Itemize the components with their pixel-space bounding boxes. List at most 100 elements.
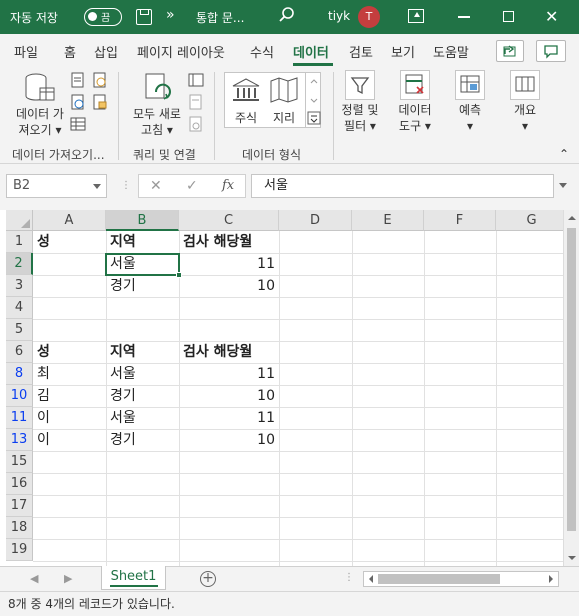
cell-a8[interactable]: 최 [33, 363, 106, 385]
gallery-scroll[interactable] [305, 72, 321, 128]
row-header-10[interactable]: 10 [6, 385, 33, 407]
from-web-icon[interactable] [70, 94, 86, 113]
autosave-toggle[interactable]: 끔 [84, 8, 122, 26]
row-header-5[interactable]: 5 [6, 319, 33, 341]
from-text-icon[interactable] [70, 72, 86, 91]
row-header-17[interactable]: 17 [6, 495, 33, 517]
cell-b1[interactable]: 지역 [106, 231, 179, 253]
cell-c3[interactable]: 10 [179, 275, 279, 297]
cell-b10[interactable]: 경기 [106, 385, 179, 407]
worksheet-grid[interactable]: A B C D E F G 1 2 3 4 5 6 8 10 11 13 15 … [0, 210, 579, 566]
from-table-icon[interactable] [70, 116, 86, 135]
enter-icon[interactable]: ✓ [186, 178, 198, 194]
row-header-3[interactable]: 3 [6, 275, 33, 297]
tab-page-layout[interactable]: 페이지 레이아웃 [137, 42, 225, 61]
row-header-18[interactable]: 18 [6, 517, 33, 539]
column-header-f[interactable]: F [424, 210, 496, 231]
save-icon[interactable] [136, 9, 152, 25]
forecast-label-2[interactable]: ▾ [450, 118, 490, 134]
get-data-label-2[interactable]: 져오기 ▾ [12, 122, 68, 138]
sheet-tab-sheet1[interactable]: Sheet1 [101, 566, 166, 590]
tab-formulas[interactable]: 수식 [250, 42, 274, 61]
name-box[interactable]: B2 [6, 174, 107, 198]
cell-a11[interactable]: 이 [33, 407, 106, 429]
column-header-g[interactable]: G [496, 210, 568, 231]
column-header-c[interactable]: C [179, 210, 279, 231]
get-data-icon[interactable] [22, 72, 58, 107]
cell-b6[interactable]: 지역 [106, 341, 179, 363]
data-tools-label[interactable]: 데이터 [394, 102, 436, 118]
tab-file[interactable]: 파일 [14, 42, 38, 61]
refresh-all-label-2[interactable]: 고침 ▾ [128, 122, 186, 138]
add-sheet-icon[interactable]: + [200, 571, 216, 587]
row-header-19[interactable]: 19 [6, 539, 33, 561]
cell-c13[interactable]: 10 [179, 429, 279, 451]
row-header-11[interactable]: 11 [6, 407, 33, 429]
cell-a13[interactable]: 이 [33, 429, 106, 451]
outline-icon[interactable] [510, 70, 540, 100]
insert-function-icon[interactable]: fx [222, 178, 234, 193]
share-button[interactable] [496, 40, 524, 62]
filter-icon[interactable] [345, 70, 375, 100]
search-icon[interactable] [278, 6, 296, 27]
close-button[interactable]: ✕ [545, 7, 558, 26]
row-header-4[interactable]: 4 [6, 297, 33, 319]
minimize-button[interactable] [458, 16, 470, 18]
horizontal-scroll-thumb[interactable] [378, 574, 500, 584]
sort-filter-label[interactable]: 정렬 및 [336, 102, 384, 118]
recent-sources-icon[interactable] [92, 72, 108, 91]
cell-c1[interactable]: 검사 해당월 [179, 231, 279, 253]
data-tools-label-2[interactable]: 도구 ▾ [394, 118, 436, 134]
formula-bar-grip-icon[interactable]: ⋮ [121, 180, 131, 191]
cell-a3[interactable] [33, 275, 106, 297]
column-header-b[interactable]: B [106, 210, 179, 231]
forecast-icon[interactable] [455, 70, 485, 100]
row-header-2[interactable]: 2 [6, 253, 33, 275]
column-header-a[interactable]: A [33, 210, 106, 231]
tab-insert[interactable]: 삽입 [94, 42, 118, 61]
refresh-all-icon[interactable] [142, 72, 176, 107]
outline-label[interactable]: 개요 [505, 102, 545, 118]
cell-a6[interactable]: 성 [33, 341, 106, 363]
vertical-scrollbar[interactable] [563, 210, 579, 566]
geography-icon[interactable] [268, 76, 300, 107]
tab-split-grip-icon[interactable]: ⋮ [344, 572, 354, 583]
stocks-label[interactable]: 주식 [230, 110, 262, 126]
cell-c6[interactable]: 검사 해당월 [179, 341, 279, 363]
get-data-label[interactable]: 데이터 가 [12, 106, 68, 122]
comments-button[interactable] [536, 40, 566, 62]
row-header-6[interactable]: 6 [6, 341, 33, 363]
cell-c10[interactable]: 10 [179, 385, 279, 407]
cell-a2[interactable] [33, 253, 106, 275]
refresh-all-label[interactable]: 모두 새로 [128, 106, 186, 122]
tab-data[interactable]: 데이터 [293, 42, 329, 61]
cell-c11[interactable]: 11 [179, 407, 279, 429]
existing-connections-icon[interactable] [92, 94, 108, 113]
sheet-next-icon[interactable]: ▶ [64, 572, 72, 585]
tab-review[interactable]: 검토 [349, 42, 373, 61]
maximize-button[interactable] [503, 11, 514, 22]
avatar[interactable]: T [358, 6, 380, 28]
cell-a10[interactable]: 김 [33, 385, 106, 407]
expand-formula-bar-icon[interactable] [559, 183, 567, 188]
row-header-15[interactable]: 15 [6, 451, 33, 473]
file-name[interactable]: 통합 문... [196, 9, 244, 26]
geography-label[interactable]: 지리 [268, 110, 300, 126]
row-header-13[interactable]: 13 [6, 429, 33, 451]
stocks-icon[interactable] [230, 76, 262, 107]
collapse-ribbon-icon[interactable]: ⌃ [557, 146, 571, 162]
column-header-e[interactable]: E [352, 210, 424, 231]
cell-c2[interactable]: 11 [179, 253, 279, 275]
data-tools-icon[interactable] [400, 70, 430, 100]
tab-home[interactable]: 홈 [64, 42, 76, 61]
cell-b13[interactable]: 경기 [106, 429, 179, 451]
vertical-scroll-thumb[interactable] [567, 228, 576, 531]
cancel-icon[interactable]: ✕ [150, 178, 162, 194]
formula-input[interactable]: 서울 [251, 174, 554, 198]
select-all-button[interactable] [6, 210, 33, 231]
outline-label-2[interactable]: ▾ [505, 118, 545, 134]
forecast-label[interactable]: 예측 [450, 102, 490, 118]
row-header-1[interactable]: 1 [6, 231, 33, 253]
cell-b3[interactable]: 경기 [106, 275, 179, 297]
sort-filter-label-2[interactable]: 필터 ▾ [336, 118, 384, 134]
